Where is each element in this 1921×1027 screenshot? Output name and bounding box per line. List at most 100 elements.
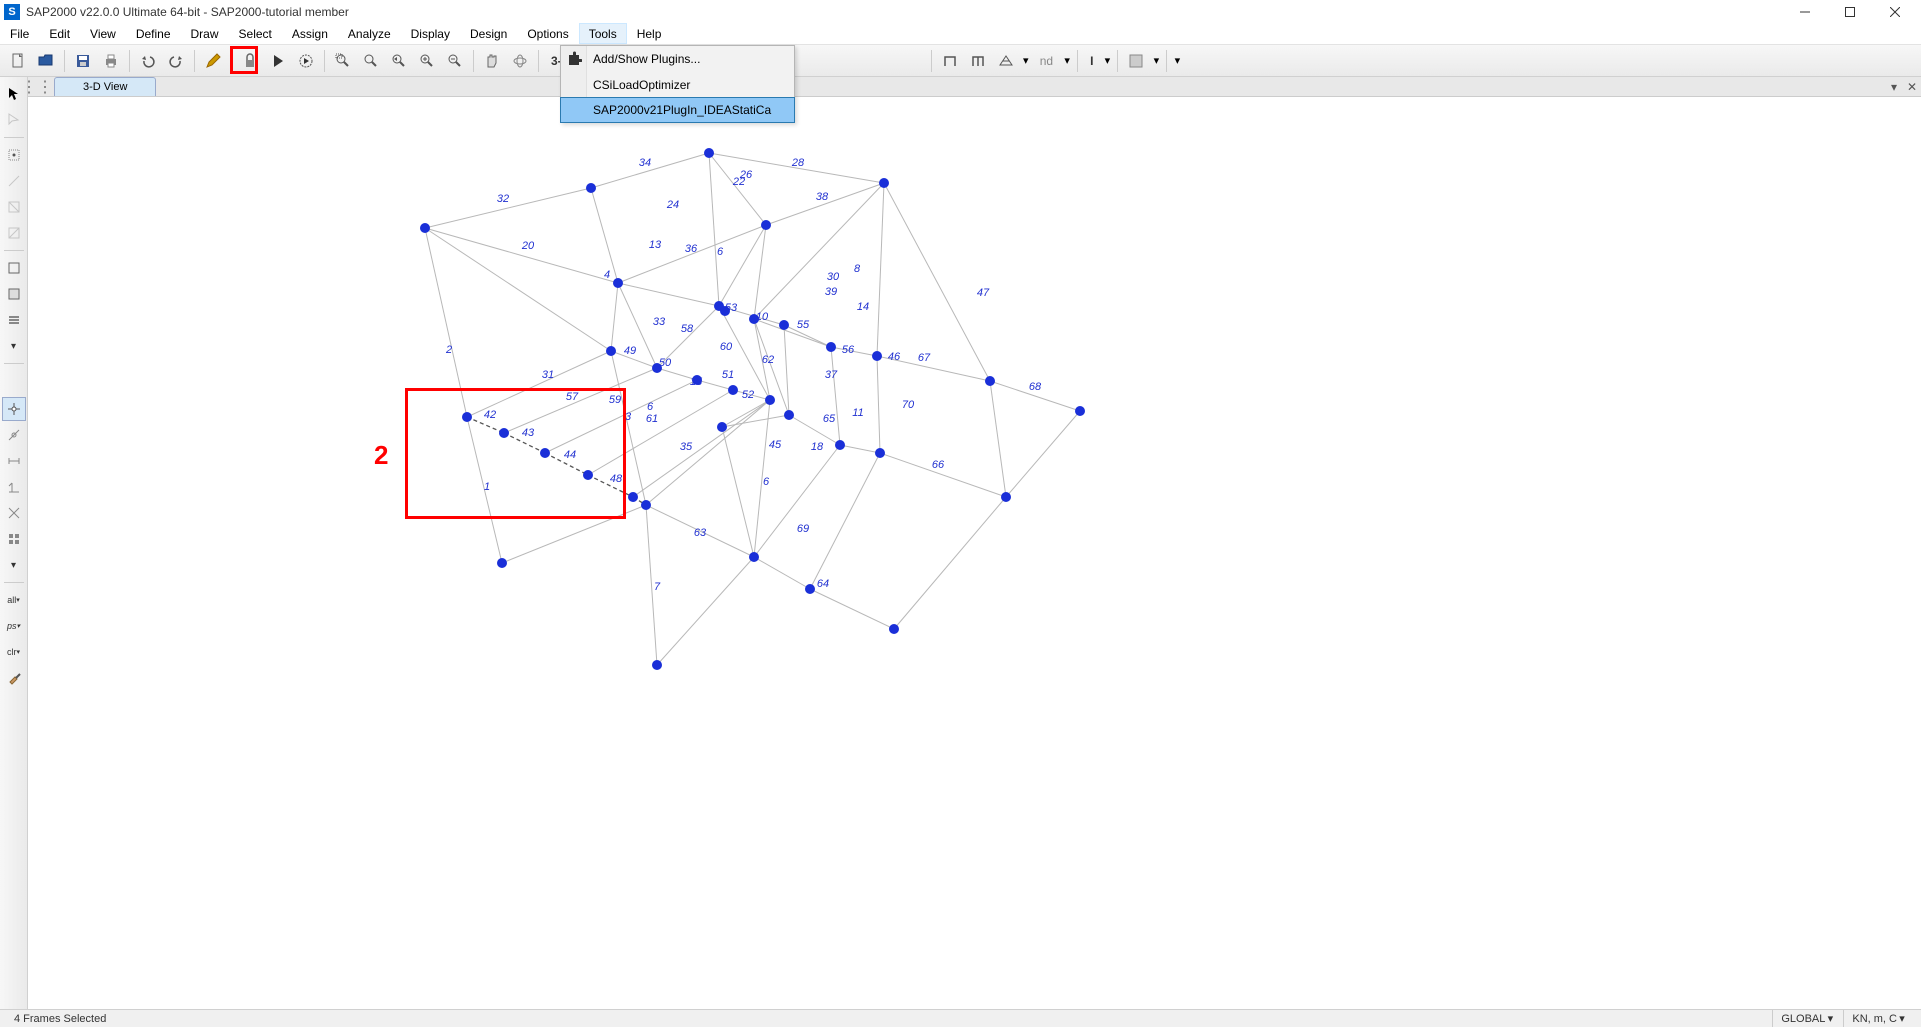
rotate-icon (512, 53, 528, 69)
pan-button[interactable] (479, 48, 505, 74)
folder-icon (38, 53, 54, 69)
reshape-icon (7, 113, 21, 127)
snap-perp-tool[interactable] (2, 475, 26, 499)
menu-define[interactable]: Define (126, 23, 181, 44)
rotate-button[interactable] (507, 48, 533, 74)
dropdown-item-csiload[interactable]: CSiLoadOptimizer (561, 72, 794, 98)
frame3-button[interactable] (993, 48, 1019, 74)
pencil-icon (205, 53, 221, 69)
snap-point-icon (7, 402, 21, 416)
draw-frame-tool[interactable] (2, 195, 26, 219)
redo-icon (168, 53, 184, 69)
snap-end-tool[interactable] (2, 449, 26, 473)
menu-assign[interactable]: Assign (282, 23, 338, 44)
i-dropdown[interactable]: ▾ (1101, 54, 1113, 67)
pencil-button[interactable] (200, 48, 226, 74)
menu-display[interactable]: Display (401, 23, 460, 44)
portal2-icon (970, 53, 986, 69)
all-tool[interactable]: all▾ (2, 588, 26, 612)
quick-frame-tool[interactable] (2, 256, 26, 280)
run-button[interactable] (265, 48, 291, 74)
i-section-button[interactable]: I (1083, 48, 1100, 74)
frame2-button[interactable] (965, 48, 991, 74)
menu-tools[interactable]: Tools (579, 23, 627, 44)
zoom-in-button[interactable] (414, 48, 440, 74)
model-canvas[interactable]: 1234678101113141518202224262830313233343… (28, 97, 1921, 1009)
menu-draw[interactable]: Draw (181, 23, 229, 44)
snap-point-tool[interactable] (2, 397, 26, 421)
nd-button[interactable]: nd (1033, 48, 1060, 74)
snap-int-tool[interactable] (2, 501, 26, 525)
lock-button[interactable] (237, 48, 263, 74)
draw-area-tool[interactable] (2, 221, 26, 245)
tab-3d-view[interactable]: 3-D View (54, 77, 156, 96)
open-button[interactable] (33, 48, 59, 74)
portal-icon (942, 53, 958, 69)
play-circle-icon (298, 53, 314, 69)
snap-grid-icon (7, 532, 21, 546)
brush-tool[interactable] (2, 666, 26, 690)
menu-select[interactable]: Select (229, 23, 282, 44)
qframe-icon (7, 261, 21, 275)
hand-icon (484, 53, 500, 69)
menu-design[interactable]: Design (460, 23, 517, 44)
save-button[interactable] (70, 48, 96, 74)
print-button[interactable] (98, 48, 124, 74)
run-partial-button[interactable] (293, 48, 319, 74)
tools-dropdown-menu: Add/Show Plugins... CSiLoadOptimizer SAP… (560, 45, 795, 123)
new-button[interactable] (5, 48, 31, 74)
status-selection: 4 Frames Selected (6, 1010, 114, 1027)
menu-file[interactable]: File (0, 23, 39, 44)
snap-grid-tool[interactable] (2, 527, 26, 551)
snap-dd-tool[interactable]: ▾ (2, 553, 26, 577)
menu-bar: File Edit View Define Draw Select Assign… (0, 23, 1921, 45)
stack-tool[interactable] (2, 308, 26, 332)
redo-button[interactable] (163, 48, 189, 74)
dropdown-tool[interactable]: ▾ (2, 334, 26, 358)
menu-help[interactable]: Help (627, 23, 672, 44)
minimize-button[interactable] (1782, 0, 1827, 23)
status-units[interactable]: KN, m, C▾ (1843, 1010, 1915, 1027)
structure-diagram (28, 97, 1921, 1009)
frame1-button[interactable] (937, 48, 963, 74)
menu-analyze[interactable]: Analyze (338, 23, 401, 44)
draw-line-tool[interactable] (2, 169, 26, 193)
puzzle-icon (566, 51, 582, 67)
dropdown-item-plugins[interactable]: Add/Show Plugins... (561, 46, 794, 72)
box-button[interactable] (1123, 48, 1149, 74)
status-coords[interactable]: GLOBAL▾ (1772, 1010, 1843, 1027)
zoom-out-button[interactable] (442, 48, 468, 74)
close-button[interactable] (1872, 0, 1917, 23)
zoom-previous-button[interactable] (386, 48, 412, 74)
clr-tool[interactable]: clr▾ (2, 640, 26, 664)
undo-button[interactable] (135, 48, 161, 74)
quick-area-tool[interactable] (2, 282, 26, 306)
zoom-in-icon (419, 53, 435, 69)
tab-scroll-left[interactable]: ⋮⋮ (28, 77, 46, 96)
save-icon (75, 53, 91, 69)
snap-perp-icon (7, 480, 21, 494)
tab-menu[interactable]: ▾ (1885, 77, 1903, 96)
tab-close[interactable]: ✕ (1903, 77, 1921, 96)
reshape-tool[interactable] (2, 108, 26, 132)
menu-edit[interactable]: Edit (39, 23, 80, 44)
menu-options[interactable]: Options (517, 23, 578, 44)
snap-end-icon (7, 454, 21, 468)
dropdown-label: SAP2000v21PlugIn_IDEAStatiCa (593, 103, 771, 117)
maximize-button[interactable] (1827, 0, 1872, 23)
zoom-window-button[interactable] (330, 48, 356, 74)
nd-dropdown[interactable]: ▾ (1061, 54, 1073, 67)
frame-dropdown[interactable]: ▾ (1020, 54, 1032, 67)
zoom-extents-button[interactable] (358, 48, 384, 74)
draw-point-tool[interactable] (2, 143, 26, 167)
snap-mid-tool[interactable] (2, 423, 26, 447)
ps-tool[interactable]: ps▾ (2, 614, 26, 638)
frame-icon (7, 200, 21, 214)
zoom-prev-icon (391, 53, 407, 69)
box-dropdown[interactable]: ▾ (1150, 54, 1162, 67)
play-icon (270, 53, 286, 69)
dropdown-item-ideastatica[interactable]: SAP2000v21PlugIn_IDEAStatiCa (560, 97, 795, 123)
title-bar: S SAP2000 v22.0.0 Ultimate 64-bit - SAP2… (0, 0, 1921, 23)
menu-view[interactable]: View (80, 23, 126, 44)
more-dropdown[interactable]: ▾ (1171, 54, 1183, 67)
